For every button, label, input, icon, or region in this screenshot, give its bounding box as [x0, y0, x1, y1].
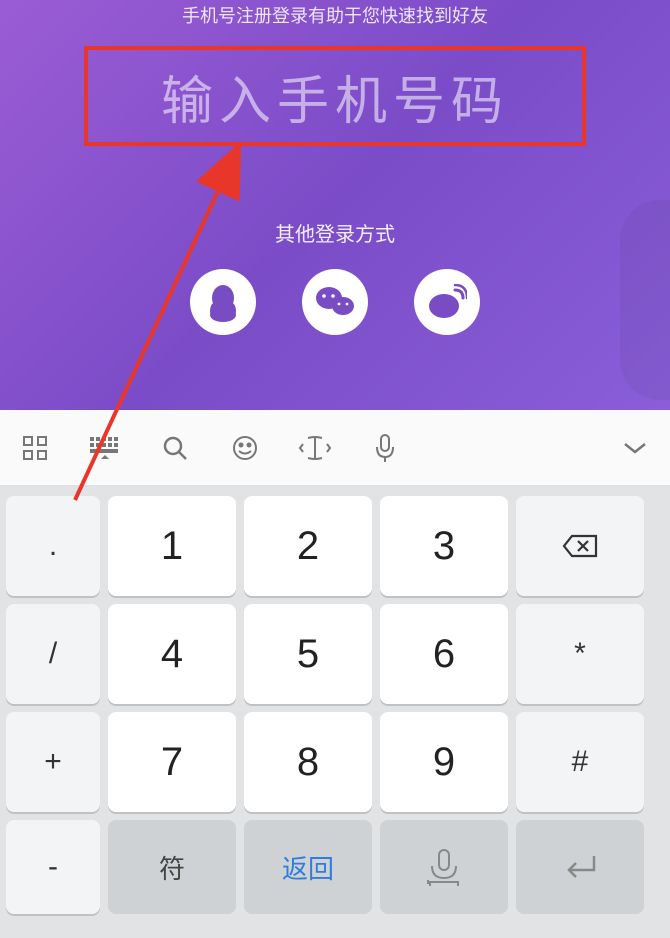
key-4[interactable]: 4 — [108, 604, 236, 704]
key-symbol[interactable]: 符 — [108, 820, 236, 914]
key-backspace[interactable] — [516, 496, 644, 596]
numeric-keypad: . 1 2 3 / 4 5 6 * + 7 8 9 # - 符 返回 — [0, 486, 670, 938]
wechat-icon — [314, 284, 356, 320]
qq-icon — [204, 282, 242, 322]
qq-login-button[interactable] — [190, 269, 256, 335]
key-space[interactable] — [380, 820, 508, 914]
backspace-icon — [562, 533, 598, 559]
key-slash[interactable]: / — [6, 604, 100, 704]
key-1[interactable]: 1 — [108, 496, 236, 596]
key-star[interactable]: * — [516, 604, 644, 704]
phone-input[interactable]: 输入手机号码 — [84, 46, 586, 146]
key-plus[interactable]: + — [6, 712, 100, 812]
key-dot[interactable]: . — [6, 496, 100, 596]
key-6[interactable]: 6 — [380, 604, 508, 704]
login-panel: 手机号注册登录有助于您快速找到好友 输入手机号码 其他登录方式 — [0, 0, 670, 410]
social-login-row — [190, 269, 480, 335]
key-9[interactable]: 9 — [380, 712, 508, 812]
key-8[interactable]: 8 — [244, 712, 372, 812]
background-decoration — [620, 200, 670, 400]
login-subtitle: 手机号注册登录有助于您快速找到好友 — [182, 2, 488, 28]
space-voice-icon — [424, 846, 464, 888]
key-enter[interactable] — [516, 820, 644, 914]
toolbar-emoji-icon[interactable] — [228, 431, 262, 465]
key-5[interactable]: 5 — [244, 604, 372, 704]
toolbar-grid-icon[interactable] — [18, 431, 52, 465]
key-return[interactable]: 返回 — [244, 820, 372, 914]
weibo-login-button[interactable] — [414, 269, 480, 335]
toolbar-voice-icon[interactable] — [368, 431, 402, 465]
key-3[interactable]: 3 — [380, 496, 508, 596]
toolbar-collapse-icon[interactable] — [618, 431, 652, 465]
alt-login-label: 其他登录方式 — [275, 218, 395, 247]
key-2[interactable]: 2 — [244, 496, 372, 596]
toolbar-search-icon[interactable] — [158, 431, 192, 465]
weibo-icon — [427, 284, 467, 320]
keyboard-toolbar — [0, 410, 670, 486]
key-hash[interactable]: # — [516, 712, 644, 812]
toolbar-keyboard-switch-icon[interactable] — [88, 431, 122, 465]
wechat-login-button[interactable] — [302, 269, 368, 335]
phone-input-placeholder: 输入手机号码 — [161, 59, 509, 134]
toolbar-cursor-icon[interactable] — [298, 431, 332, 465]
key-7[interactable]: 7 — [108, 712, 236, 812]
enter-icon — [560, 852, 600, 882]
key-minus[interactable]: - — [6, 820, 100, 914]
